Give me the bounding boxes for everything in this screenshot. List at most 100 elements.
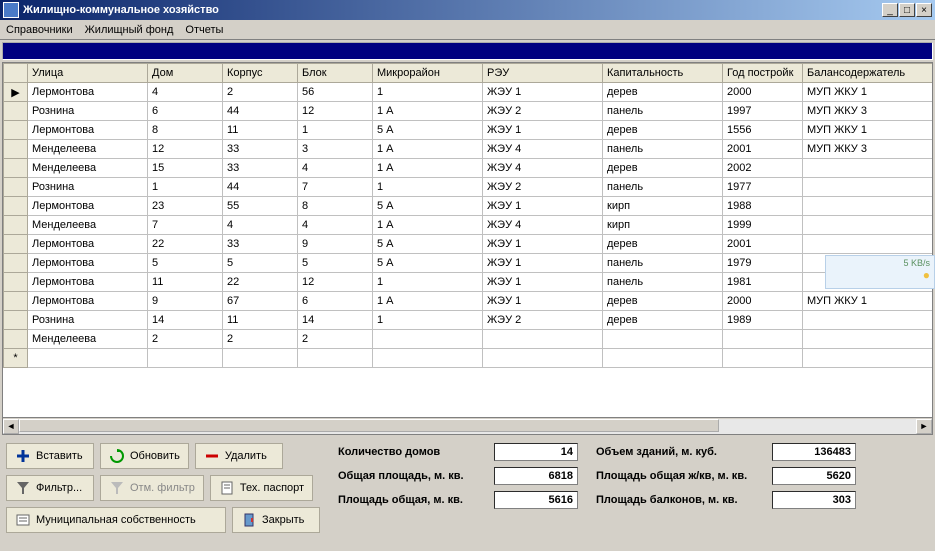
cell-korpus[interactable] [223,349,298,368]
cell-micro[interactable] [373,330,483,349]
table-row[interactable]: Лермонтова81115 АЖЭУ 1дерев1556МУП ЖКУ 1 [4,121,933,140]
menu-directories[interactable]: Справочники [6,24,73,36]
cell-year[interactable] [723,330,803,349]
cell-reu[interactable]: ЖЭУ 1 [483,235,603,254]
tech-passport-button[interactable]: Тех. паспорт [210,475,313,501]
cell-micro[interactable]: 5 А [373,121,483,140]
cell-korpus[interactable]: 44 [223,102,298,121]
cell-street[interactable]: Лермонтова [28,235,148,254]
cell-reu[interactable]: ЖЭУ 4 [483,159,603,178]
cell-micro[interactable]: 1 А [373,159,483,178]
row-marker[interactable] [4,140,28,159]
cell-kap[interactable] [603,330,723,349]
insert-button[interactable]: Вставить [6,443,94,469]
cell-block[interactable]: 5 [298,254,373,273]
row-marker[interactable] [4,292,28,311]
cell-house[interactable]: 1 [148,178,223,197]
cell-kap[interactable]: кирп [603,197,723,216]
row-marker[interactable]: * [4,349,28,368]
cell-house[interactable]: 5 [148,254,223,273]
cell-kap[interactable]: дерев [603,159,723,178]
cell-reu[interactable]: ЖЭУ 1 [483,121,603,140]
cell-kap[interactable]: дерев [603,235,723,254]
cell-house[interactable]: 2 [148,330,223,349]
row-marker[interactable] [4,216,28,235]
cell-kap[interactable]: панель [603,254,723,273]
cell-block[interactable] [298,349,373,368]
row-marker[interactable] [4,178,28,197]
table-row[interactable]: Рознина644121 АЖЭУ 2панель1997МУП ЖКУ 3 [4,102,933,121]
table-row[interactable]: Лермонтова5555 АЖЭУ 1панель1979 [4,254,933,273]
cell-street[interactable]: Рознина [28,102,148,121]
cell-micro[interactable]: 5 А [373,254,483,273]
cell-reu[interactable]: ЖЭУ 2 [483,102,603,121]
cell-kap[interactable]: панель [603,178,723,197]
row-marker[interactable] [4,235,28,254]
table-row[interactable]: Лермонтова96761 АЖЭУ 1дерев2000МУП ЖКУ 1 [4,292,933,311]
cell-block[interactable]: 12 [298,273,373,292]
cell-year[interactable]: 1989 [723,311,803,330]
cell-bal[interactable] [803,178,933,197]
cell-year[interactable]: 2001 [723,140,803,159]
cell-year[interactable]: 1999 [723,216,803,235]
cell-house[interactable]: 15 [148,159,223,178]
cell-year[interactable] [723,349,803,368]
cell-bal[interactable] [803,349,933,368]
close-button[interactable]: Закрыть [232,507,320,533]
cell-street[interactable]: Лермонтова [28,83,148,102]
municipal-button[interactable]: Муниципальная собственность [6,507,226,533]
cell-reu[interactable]: ЖЭУ 4 [483,216,603,235]
minimize-button[interactable]: _ [882,3,898,17]
cell-year[interactable]: 1988 [723,197,803,216]
cell-block[interactable]: 1 [298,121,373,140]
cell-house[interactable]: 9 [148,292,223,311]
cell-year[interactable]: 1977 [723,178,803,197]
cell-house[interactable] [148,349,223,368]
cell-bal[interactable]: МУП ЖКУ 1 [803,292,933,311]
cell-reu[interactable]: ЖЭУ 1 [483,254,603,273]
cell-street[interactable]: Рознина [28,178,148,197]
row-marker[interactable] [4,311,28,330]
cell-micro[interactable]: 5 А [373,197,483,216]
cell-block[interactable]: 8 [298,197,373,216]
cell-house[interactable]: 4 [148,83,223,102]
cell-kap[interactable]: дерев [603,121,723,140]
cell-street[interactable]: Лермонтова [28,273,148,292]
cell-bal[interactable] [803,159,933,178]
cell-reu[interactable] [483,349,603,368]
cell-korpus[interactable]: 33 [223,140,298,159]
cell-house[interactable]: 8 [148,121,223,140]
cell-micro[interactable]: 1 А [373,102,483,121]
cell-house[interactable]: 12 [148,140,223,159]
col-year[interactable]: Год постройк [723,64,803,83]
cell-bal[interactable] [803,216,933,235]
cell-bal[interactable] [803,330,933,349]
cell-block[interactable]: 2 [298,330,373,349]
cell-block[interactable]: 4 [298,216,373,235]
col-balance-holder[interactable]: Балансодержатель [803,64,933,83]
cell-bal[interactable]: МУП ЖКУ 3 [803,140,933,159]
row-marker[interactable] [4,197,28,216]
table-row[interactable]: Менделеева222 [4,330,933,349]
cell-reu[interactable]: ЖЭУ 1 [483,273,603,292]
cell-street[interactable]: Рознина [28,311,148,330]
cell-kap[interactable]: кирп [603,216,723,235]
cell-micro[interactable]: 1 [373,311,483,330]
cell-micro[interactable]: 1 [373,83,483,102]
cell-block[interactable]: 7 [298,178,373,197]
cell-block[interactable]: 9 [298,235,373,254]
cell-korpus[interactable]: 67 [223,292,298,311]
cell-bal[interactable]: МУП ЖКУ 1 [803,121,933,140]
cell-block[interactable]: 12 [298,102,373,121]
cell-year[interactable]: 2001 [723,235,803,254]
cell-korpus[interactable]: 11 [223,121,298,140]
cell-kap[interactable]: дерев [603,311,723,330]
cell-street[interactable]: Менделеева [28,140,148,159]
cell-reu[interactable]: ЖЭУ 2 [483,178,603,197]
cell-street[interactable]: Лермонтова [28,292,148,311]
table-row[interactable]: Лермонтова235585 АЖЭУ 1кирп1988 [4,197,933,216]
table-row[interactable]: Менделеева153341 АЖЭУ 4дерев2002 [4,159,933,178]
row-marker[interactable] [4,159,28,178]
cell-reu[interactable]: ЖЭУ 1 [483,292,603,311]
row-marker[interactable] [4,330,28,349]
